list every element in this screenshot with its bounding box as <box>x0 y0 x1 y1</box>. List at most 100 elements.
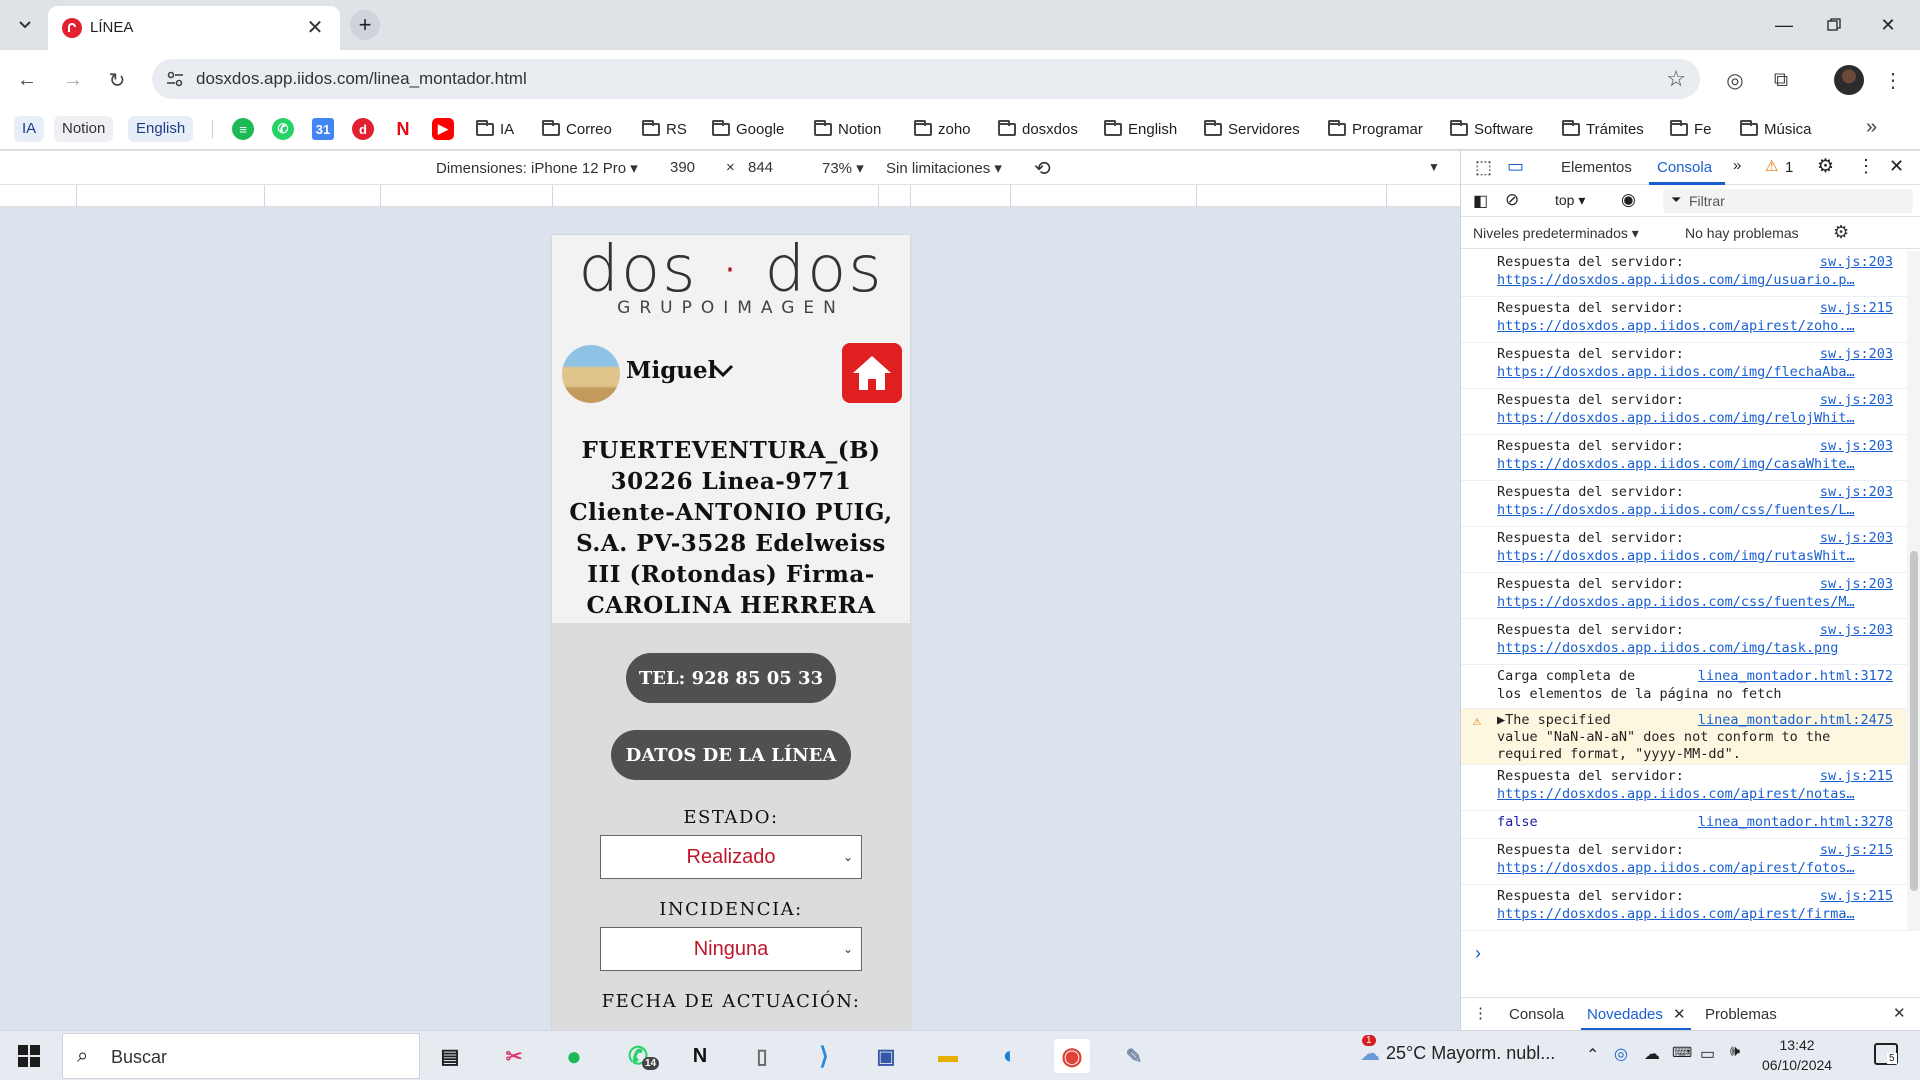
extensions-puzzle-icon[interactable]: ⧉ <box>1766 65 1796 95</box>
telephone-button[interactable]: TEL: 928 85 05 33 <box>626 653 836 703</box>
more-tabs-icon[interactable]: » <box>1733 157 1741 174</box>
log-url-link[interactable]: https://dosxdos.app.iidos.com/img/task.p… <box>1497 640 1893 656</box>
spotify-icon[interactable]: ≡ <box>232 118 254 140</box>
console-settings-gear-icon[interactable]: ⚙ <box>1833 222 1849 243</box>
site-info-icon[interactable] <box>162 67 188 91</box>
console-filter-input[interactable]: ⏷ Filtrar <box>1663 189 1913 213</box>
estado-select[interactable]: Realizado ⌄ <box>600 835 862 879</box>
bookmark-notion-chip[interactable]: Notion <box>54 116 114 142</box>
console-message[interactable]: Respuesta del servidor: sw.js:215 https:… <box>1461 839 1907 885</box>
notification-center-icon[interactable]: 5 <box>1874 1043 1898 1065</box>
rotate-device-icon[interactable]: ⟲ <box>1034 156 1051 181</box>
sidebar-toggle-icon[interactable]: ◧ <box>1473 191 1488 211</box>
youtube-icon[interactable]: ▶ <box>432 118 454 140</box>
bookmark-folder-rs[interactable]: RS <box>642 116 687 142</box>
log-url-link[interactable]: https://dosxdos.app.iidos.com/img/usuari… <box>1497 272 1893 288</box>
console-message[interactable]: Respuesta del servidor: sw.js:203 https:… <box>1461 343 1907 389</box>
scrollbar-thumb[interactable] <box>1910 551 1918 891</box>
netflix-icon[interactable]: N <box>392 118 414 140</box>
console-message[interactable]: Respuesta del servidor: sw.js:215 https:… <box>1461 885 1907 931</box>
device-dimensions-select[interactable]: Dimensiones: iPhone 12 Pro ▾ <box>436 159 638 177</box>
drawer-tab-novedades[interactable]: Novedades <box>1587 1006 1663 1023</box>
user-avatar[interactable] <box>562 345 620 403</box>
issues-status[interactable]: No hay problemas <box>1685 225 1799 241</box>
clear-console-icon[interactable]: ⊘ <box>1505 190 1519 210</box>
url-text[interactable]: dosxdos.app.iidos.com/linea_montador.htm… <box>196 69 527 89</box>
log-source-link[interactable]: sw.js:203 <box>1820 254 1893 270</box>
edge-taskbar-icon[interactable]: ◐ <box>992 1039 1028 1073</box>
console-prompt[interactable]: › <box>1475 943 1481 964</box>
log-source-link[interactable]: sw.js:203 <box>1820 530 1893 546</box>
console-message[interactable]: Respuesta del servidor: sw.js:203 https:… <box>1461 389 1907 435</box>
close-devtools-icon[interactable]: ✕ <box>1889 156 1904 177</box>
console-message[interactable]: Respuesta del servidor: sw.js:203 https:… <box>1461 435 1907 481</box>
battery-icon[interactable]: ▭ <box>1700 1044 1715 1064</box>
taskbar-search-box[interactable]: ⌕ Buscar <box>62 1033 420 1079</box>
bookmark-star-icon[interactable]: ☆ <box>1666 66 1686 92</box>
volume-icon[interactable]: 🕪 <box>1730 1043 1740 1061</box>
dosxdos-icon[interactable]: d <box>352 118 374 140</box>
drawer-tab-problemas[interactable]: Problemas <box>1705 1006 1777 1023</box>
log-url-link[interactable]: https://dosxdos.app.iidos.com/apirest/fo… <box>1497 860 1893 876</box>
console-message[interactable]: Respuesta del servidor: sw.js:203 https:… <box>1461 481 1907 527</box>
snipping-tool-icon[interactable]: ✂ <box>496 1039 532 1073</box>
new-tab-button[interactable]: + <box>350 10 380 40</box>
whatsapp-icon[interactable]: ✆ <box>272 118 294 140</box>
menu-kebab-icon[interactable]: ⋮ <box>1878 65 1908 95</box>
bookmark-folder-google[interactable]: Google <box>712 116 784 142</box>
context-select[interactable]: top ▾ <box>1555 192 1585 209</box>
log-source-link[interactable]: sw.js:215 <box>1820 300 1893 316</box>
reload-icon[interactable]: ↻ <box>100 63 134 97</box>
bookmark-folder-dosxdos[interactable]: dosxdos <box>998 116 1078 142</box>
device-width-input[interactable]: 390 <box>670 159 695 176</box>
log-source-link[interactable]: sw.js:203 <box>1820 484 1893 500</box>
notion-taskbar-icon[interactable]: N <box>682 1039 718 1073</box>
forward-icon[interactable]: → <box>56 63 90 97</box>
inspect-element-icon[interactable]: ⬚ <box>1475 157 1492 178</box>
show-hidden-icons-chevron[interactable]: ⌃ <box>1586 1045 1599 1065</box>
tab-console[interactable]: Consola <box>1657 159 1712 176</box>
log-url-link[interactable]: https://dosxdos.app.iidos.com/img/flecha… <box>1497 364 1893 380</box>
device-height-input[interactable]: 844 <box>748 159 773 176</box>
ime-icon[interactable]: ⌨ <box>1672 1044 1692 1061</box>
log-source-link[interactable]: sw.js:203 <box>1820 438 1893 454</box>
spotify-taskbar-icon[interactable]: ● <box>556 1039 592 1073</box>
bookmarks-overflow-icon[interactable]: » <box>1866 116 1877 139</box>
console-warning-message[interactable]: ⚠ ▶The specified linea_montador.html:247… <box>1461 709 1907 765</box>
log-source-link[interactable]: sw.js:215 <box>1820 888 1893 904</box>
tray-app-icon[interactable]: ◎ <box>1614 1044 1628 1064</box>
line-data-button[interactable]: DATOS DE LA LÍNEA <box>611 730 851 780</box>
close-drawer-tab-icon[interactable]: ✕ <box>1673 1005 1686 1023</box>
weather-status[interactable]: 25°C Mayorm. nubl... <box>1386 1043 1555 1064</box>
vscode-taskbar-icon[interactable]: ⟩ <box>806 1039 842 1073</box>
settings-gear-icon[interactable]: ⚙ <box>1817 155 1834 178</box>
log-source-link[interactable]: sw.js:203 <box>1820 392 1893 408</box>
log-source-link[interactable]: sw.js:203 <box>1820 576 1893 592</box>
console-message[interactable]: false linea_montador.html:3278 <box>1461 811 1907 839</box>
tab-close-icon[interactable]: ✕ <box>304 16 326 39</box>
whatsapp-taskbar-icon[interactable]: ✆ 14 <box>620 1039 660 1073</box>
file-explorer-taskbar-icon[interactable]: ▬ <box>930 1039 966 1073</box>
log-url-link[interactable]: https://dosxdos.app.iidos.com/img/rutasW… <box>1497 548 1893 564</box>
log-source-link[interactable]: sw.js:203 <box>1820 622 1893 638</box>
log-url-link[interactable]: https://dosxdos.app.iidos.com/apirest/zo… <box>1497 318 1893 334</box>
log-source-link[interactable]: linea_montador.html:3172 <box>1698 668 1893 684</box>
close-window-icon[interactable]: ✕ <box>1860 8 1916 42</box>
devtools-menu-icon[interactable]: ⋮ <box>1857 156 1875 177</box>
bookmark-folder-programar[interactable]: Programar <box>1328 116 1423 142</box>
log-source-link[interactable]: sw.js:215 <box>1820 768 1893 784</box>
extension-circle-icon[interactable]: ◎ <box>1720 65 1750 95</box>
task-view-icon[interactable]: ▤ <box>432 1039 468 1073</box>
minimize-window-icon[interactable]: — <box>1756 8 1812 42</box>
warning-triangle-icon[interactable]: ⚠ <box>1765 157 1778 175</box>
restore-window-icon[interactable] <box>1806 8 1862 42</box>
bookmark-folder-zoho[interactable]: zoho <box>914 116 971 142</box>
back-icon[interactable]: ← <box>10 63 44 97</box>
bookmark-folder-servidores[interactable]: Servidores <box>1204 116 1300 142</box>
log-source-link[interactable]: sw.js:203 <box>1820 346 1893 362</box>
log-url-link[interactable]: https://dosxdos.app.iidos.com/img/relojW… <box>1497 410 1893 426</box>
calendar-icon[interactable]: 31 <box>312 118 334 140</box>
console-message[interactable]: Respuesta del servidor: sw.js:215 https:… <box>1461 297 1907 343</box>
onedrive-cloud-icon[interactable]: ☁ <box>1644 1044 1660 1064</box>
console-message[interactable]: Respuesta del servidor: sw.js:203 https:… <box>1461 251 1907 297</box>
